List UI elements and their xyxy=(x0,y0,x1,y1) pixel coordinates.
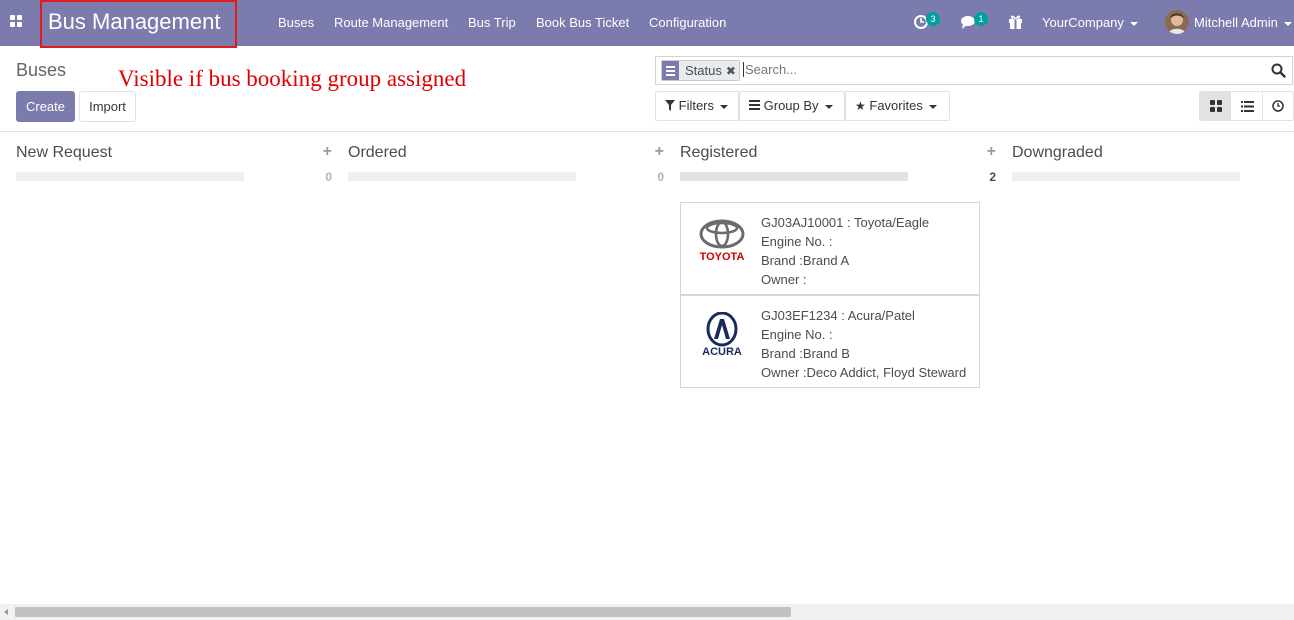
page-title: Buses xyxy=(16,60,67,80)
column-progress-bar xyxy=(16,172,244,181)
card-details: GJ03EF1234 : Acura/Patel Engine No. : Br… xyxy=(761,306,966,382)
user-avatar[interactable] xyxy=(1165,10,1189,34)
menu-route-management[interactable]: Route Management xyxy=(334,15,448,30)
group-by-dropdown[interactable]: Group By xyxy=(739,91,845,121)
card-engine: Engine No. : xyxy=(761,234,833,249)
menu-bus-trip[interactable]: Bus Trip xyxy=(468,15,516,30)
company-name: YourCompany xyxy=(1042,15,1124,30)
column-title[interactable]: New Request xyxy=(16,144,112,162)
acura-logo: ACURA xyxy=(695,311,749,358)
column-title[interactable]: Ordered xyxy=(348,144,407,162)
column-count: 2 xyxy=(989,170,996,184)
scrollbar-thumb[interactable] xyxy=(15,607,791,617)
card-title: GJ03EF1234 : Acura/Patel xyxy=(761,308,915,323)
menu-book-bus-ticket[interactable]: Book Bus Ticket xyxy=(536,15,629,30)
toyota-logo-text: TOYOTA xyxy=(700,251,745,263)
kanban-column-ordered: Ordered + 0 xyxy=(348,132,664,602)
kanban-view-button[interactable] xyxy=(1200,92,1232,120)
column-progress-bar xyxy=(348,172,576,181)
brand-highlight-box xyxy=(40,0,237,48)
chevron-down-icon xyxy=(720,104,729,109)
menu-configuration[interactable]: Configuration xyxy=(649,15,726,30)
view-switcher xyxy=(1199,91,1294,121)
column-count: 0 xyxy=(657,170,664,184)
activity-count-badge: 3 xyxy=(926,12,940,26)
user-name: Mitchell Admin xyxy=(1194,15,1278,30)
card-brand: Brand :Brand B xyxy=(761,346,850,361)
acura-logo-text: ACURA xyxy=(702,346,742,356)
favorites-dropdown[interactable]: ★ Favorites xyxy=(845,91,950,121)
funnel-icon xyxy=(665,100,675,111)
kanban-column-downgraded: Downgraded xyxy=(1012,132,1294,602)
company-switcher[interactable]: YourCompany xyxy=(1042,15,1138,30)
column-title[interactable]: Registered xyxy=(680,144,757,162)
group-lines-icon xyxy=(749,100,760,110)
list-view-button[interactable] xyxy=(1231,92,1263,120)
column-add-icon[interactable]: + xyxy=(323,143,332,161)
column-count: 0 xyxy=(325,170,332,184)
search-facet-status[interactable]: Status ✖ xyxy=(661,60,740,81)
activity-view-button[interactable] xyxy=(1263,92,1293,120)
group-by-label: Group By xyxy=(763,98,819,113)
filter-lines-icon xyxy=(662,61,679,80)
acura-emblem-icon: ACURA xyxy=(702,311,742,358)
kanban-column-registered: Registered + 2 TOYOTA GJ03AJ10001 : Toyo… xyxy=(680,132,996,602)
card-owner: Owner :Deco Addict, Floyd Steward xyxy=(761,365,967,380)
column-progress-bar xyxy=(1012,172,1240,181)
user-menu[interactable]: Mitchell Admin xyxy=(1194,15,1292,30)
chevron-down-icon xyxy=(1283,21,1292,26)
card-owner: Owner : xyxy=(761,272,807,287)
filters-dropdown[interactable]: Filters xyxy=(655,91,739,121)
chevron-down-icon xyxy=(824,104,833,109)
avatar-face-icon xyxy=(1165,10,1189,34)
kanban-card[interactable]: ACURA GJ03EF1234 : Acura/Patel Engine No… xyxy=(680,295,980,388)
chevron-down-icon xyxy=(928,104,937,109)
favorites-label: Favorites xyxy=(869,98,923,113)
card-details: GJ03AJ10001 : Toyota/Eagle Engine No. : … xyxy=(761,213,929,289)
horizontal-scrollbar[interactable] xyxy=(0,604,1294,620)
facet-label: Status xyxy=(685,63,722,78)
annotation-note: Visible if bus booking group assigned xyxy=(118,66,467,91)
create-button[interactable]: Create xyxy=(16,91,75,122)
toyota-logo: TOYOTA xyxy=(695,219,749,263)
list-icon xyxy=(1241,101,1255,112)
kanban-icon xyxy=(1210,100,1222,112)
facet-remove-icon[interactable]: ✖ xyxy=(726,64,739,78)
scroll-left-arrow-icon[interactable] xyxy=(4,609,8,615)
star-icon: ★ xyxy=(855,99,866,113)
column-add-icon[interactable]: + xyxy=(987,143,996,161)
activity-clock-icon xyxy=(1271,100,1284,112)
card-title: GJ03AJ10001 : Toyota/Eagle xyxy=(761,215,930,230)
chevron-down-icon xyxy=(1129,21,1138,26)
column-add-icon[interactable]: + xyxy=(655,143,664,161)
column-progress-bar xyxy=(680,172,908,181)
kanban-column-new-request: New Request + 0 xyxy=(16,132,332,602)
gift-icon[interactable] xyxy=(1008,12,1023,32)
card-engine: Engine No. : xyxy=(761,327,833,342)
card-brand: Brand :Brand A xyxy=(761,253,850,268)
apps-menu-icon[interactable] xyxy=(10,15,23,28)
filters-label: Filters xyxy=(678,98,715,113)
search-bar: Status ✖ xyxy=(655,56,1293,85)
search-input[interactable] xyxy=(743,62,1253,77)
toyota-emblem-icon: TOYOTA xyxy=(699,219,745,263)
menu-buses[interactable]: Buses xyxy=(278,15,314,30)
kanban-card[interactable]: TOYOTA GJ03AJ10001 : Toyota/Eagle Engine… xyxy=(680,202,980,295)
search-icon[interactable] xyxy=(1271,63,1286,78)
import-button[interactable]: Import xyxy=(79,91,136,122)
messages-count-badge: 1 xyxy=(974,12,988,26)
column-title[interactable]: Downgraded xyxy=(1012,144,1103,162)
